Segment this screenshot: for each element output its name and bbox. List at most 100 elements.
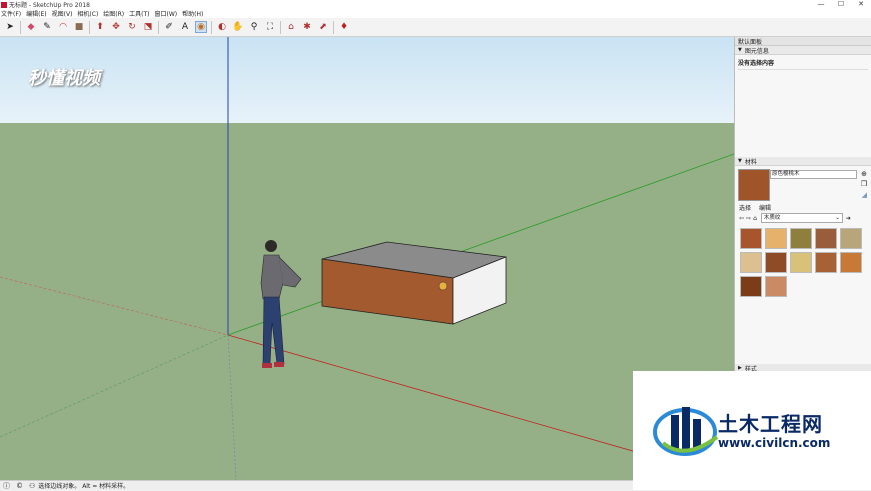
eraser-icon[interactable]: ◆	[25, 21, 37, 33]
menu-tools[interactable]: 工具(T)	[128, 9, 153, 18]
3d-viewport[interactable]: 秒懂视频	[0, 37, 734, 480]
menu-draw[interactable]: 绘图(R)	[102, 9, 128, 18]
toolbar-separator	[211, 20, 212, 34]
select-icon[interactable]: ➤	[4, 21, 16, 33]
text-icon[interactable]: A	[179, 21, 191, 33]
push-pull-icon[interactable]: ⬆	[94, 21, 106, 33]
chevron-down-icon: ⌄	[835, 215, 840, 221]
menu-help[interactable]: 帮助(H)	[181, 9, 207, 18]
paint-bucket-icon[interactable]: ◉	[195, 21, 207, 33]
close-button[interactable]: ✕	[851, 0, 871, 9]
minimize-button[interactable]: —	[811, 0, 831, 9]
material-swatch[interactable]	[765, 252, 787, 273]
share-icon[interactable]: ⬈	[317, 21, 329, 33]
material-swatch-grid	[735, 224, 871, 301]
material-swatch[interactable]	[740, 252, 762, 273]
building-icon	[671, 415, 679, 449]
menu-file[interactable]: 文件(F)	[0, 9, 25, 18]
scale-icon[interactable]: ⬔	[142, 21, 154, 33]
material-swatch[interactable]	[740, 276, 762, 297]
pan-icon[interactable]: ✋	[232, 21, 244, 33]
materials-title: 材料	[744, 158, 757, 166]
person-legs	[262, 296, 285, 365]
sketchup-icon	[1, 1, 7, 8]
zoom-icon[interactable]: ⚲	[248, 21, 260, 33]
entity-info-title: 图元信息	[744, 47, 769, 55]
tape-measure-icon[interactable]: ✐	[163, 21, 175, 33]
material-swatch[interactable]	[765, 276, 787, 297]
material-swatch[interactable]	[790, 252, 812, 273]
green-axis-dashed	[0, 334, 229, 438]
watermark-logo: 秒懂视频	[28, 68, 100, 89]
tab-edit[interactable]: 编辑	[759, 203, 771, 212]
entity-info-body: 没有选择内容	[735, 55, 871, 157]
material-swatch[interactable]	[840, 252, 862, 273]
credits-icon[interactable]: ©	[16, 482, 23, 490]
paint-bucket-cursor-icon	[438, 281, 448, 291]
window-controls: — ☐ ✕	[811, 0, 871, 9]
person-shoe	[274, 362, 284, 367]
blue-axis-dashed	[227, 334, 237, 480]
menu-view[interactable]: 视图(V)	[51, 9, 77, 18]
menu-bar: 文件(F) 编辑(E) 视图(V) 相机(C) 绘图(R) 工具(T) 窗口(W…	[0, 9, 871, 18]
rectangle-icon[interactable]: ■	[73, 21, 85, 33]
extension-icon[interactable]: ✱	[301, 21, 313, 33]
menu-edit[interactable]: 编辑(E)	[25, 9, 50, 18]
library-dropdown-value: 木质纹	[763, 215, 781, 221]
toolbar: ➤ ◆ ✎ ◠ ■ ⬆ ✥ ↻ ⬔ ✐ A ◉ ◐ ✋ ⚲ ⛶ ⌂ ✱ ⬈ ♦	[0, 18, 871, 37]
warehouse-icon[interactable]: ⌂	[285, 21, 297, 33]
material-swatch[interactable]	[790, 228, 812, 249]
collapse-arrow-icon: ▼	[738, 47, 742, 53]
rotate-icon[interactable]: ↻	[126, 21, 138, 33]
collapse-arrow-icon: ▼	[738, 158, 742, 164]
zoom-extents-icon[interactable]: ⛶	[264, 21, 276, 33]
menu-window[interactable]: 窗口(W)	[154, 9, 182, 18]
arc-icon[interactable]: ◠	[57, 21, 69, 33]
material-swatch[interactable]	[740, 228, 762, 249]
toolbar-separator	[158, 20, 159, 34]
materials-header[interactable]: ▼ 材料	[735, 157, 871, 166]
entity-info-header[interactable]: ▼ 图元信息	[735, 46, 871, 55]
move-icon[interactable]: ✥	[110, 21, 122, 33]
person-head	[265, 240, 277, 252]
home-icon[interactable]: ⌂	[753, 215, 757, 222]
orbit-icon[interactable]: ◐	[216, 21, 228, 33]
site-logo-name: 土木工程网	[718, 412, 823, 436]
material-swatch[interactable]	[815, 228, 837, 249]
toolbar-separator	[280, 20, 281, 34]
scene	[0, 37, 734, 480]
maximize-button[interactable]: ☐	[831, 0, 851, 9]
material-swatch[interactable]	[765, 228, 787, 249]
back-icon[interactable]: ⇦	[739, 215, 744, 222]
building-icon	[682, 407, 690, 449]
toolbar-separator	[20, 20, 21, 34]
material-preview: 原色樱桃木 ⊕ ❒ ◢	[735, 166, 871, 202]
details-icon[interactable]: ➜	[846, 215, 851, 222]
entity-info-text: 没有选择内容	[738, 58, 868, 70]
current-material-swatch[interactable]	[738, 169, 770, 201]
tab-select[interactable]: 选择	[739, 203, 751, 212]
window-title: 无标题 - SketchUp Pro 2018	[9, 2, 90, 9]
material-swatch[interactable]	[815, 252, 837, 273]
material-tabs: 选择 编辑	[735, 202, 871, 212]
site-logo-url: www.civilcn.com	[718, 436, 831, 450]
toolbar-separator	[333, 20, 334, 34]
library-row: ⇦ ⇨ ⌂ 木质纹 ⌄ ➜	[735, 212, 871, 224]
sample-paint-icon[interactable]: ◢	[862, 191, 867, 199]
material-swatch[interactable]	[840, 228, 862, 249]
material-name-field[interactable]: 原色樱桃木	[770, 170, 857, 179]
menu-camera[interactable]: 相机(C)	[76, 9, 102, 18]
status-text: 选择边线对象。 Alt = 材料采样。	[38, 483, 130, 490]
person-shoe	[262, 363, 272, 368]
line-icon[interactable]: ✎	[41, 21, 53, 33]
building-icon	[693, 419, 701, 449]
create-material-icon[interactable]: ❒	[861, 180, 867, 188]
info-icon[interactable]: ⓘ	[3, 481, 10, 491]
library-dropdown[interactable]: 木质纹 ⌄	[760, 213, 843, 223]
toolbar-separator	[89, 20, 90, 34]
tray-title-label: 默认面板	[738, 38, 763, 46]
ruby-icon[interactable]: ♦	[338, 21, 350, 33]
user-icon[interactable]: ⚇	[29, 482, 35, 490]
forward-icon[interactable]: ⇨	[746, 215, 751, 222]
lock-icon[interactable]: ⊕	[861, 170, 867, 178]
